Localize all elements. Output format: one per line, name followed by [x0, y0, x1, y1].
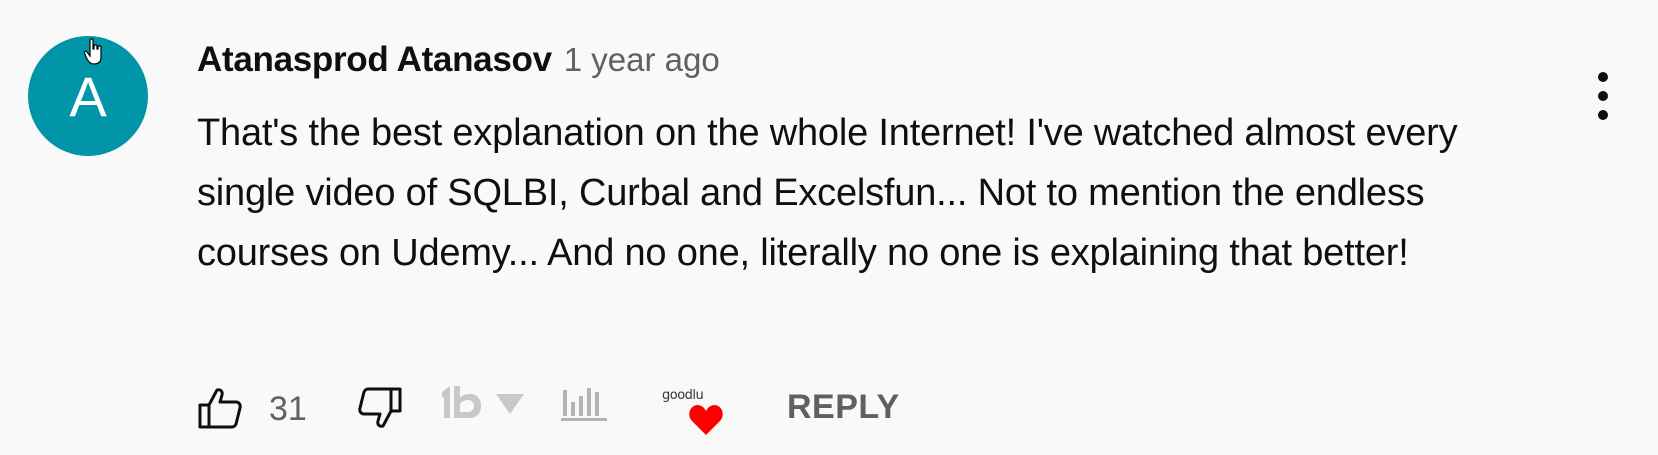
- like-count: 31: [269, 390, 307, 428]
- comment-thread: A Atanasprod Atanasov 1 year ago That's …: [0, 0, 1658, 455]
- more-vertical-icon: [1598, 72, 1608, 82]
- comment-text: That's the best explanation on the whole…: [197, 112, 1458, 274]
- reply-button[interactable]: REPLY: [787, 388, 900, 427]
- heart-icon: [689, 405, 723, 435]
- thumbs-down-icon[interactable]: [357, 386, 403, 430]
- bar-chart-icon[interactable]: [559, 382, 609, 424]
- comment-header: Atanasprod Atanasov 1 year ago: [197, 40, 720, 90]
- thumbs-up-icon[interactable]: [197, 386, 243, 430]
- goodlu-extension-button[interactable]: goodlu: [662, 388, 726, 444]
- more-vertical-icon-dot: [1598, 110, 1608, 120]
- caret-down-icon[interactable]: [495, 392, 525, 416]
- more-vertical-icon-dot: [1598, 91, 1608, 101]
- hand-cursor-icon: [84, 38, 102, 65]
- goodlu-logo-text: goodlu: [662, 388, 704, 403]
- tb-logo-icon[interactable]: [440, 384, 486, 424]
- comment-timestamp[interactable]: 1 year ago: [564, 41, 720, 79]
- more-actions-button[interactable]: [1584, 66, 1622, 126]
- author-name[interactable]: Atanasprod Atanasov: [197, 40, 552, 80]
- avatar-letter: A: [69, 64, 107, 128]
